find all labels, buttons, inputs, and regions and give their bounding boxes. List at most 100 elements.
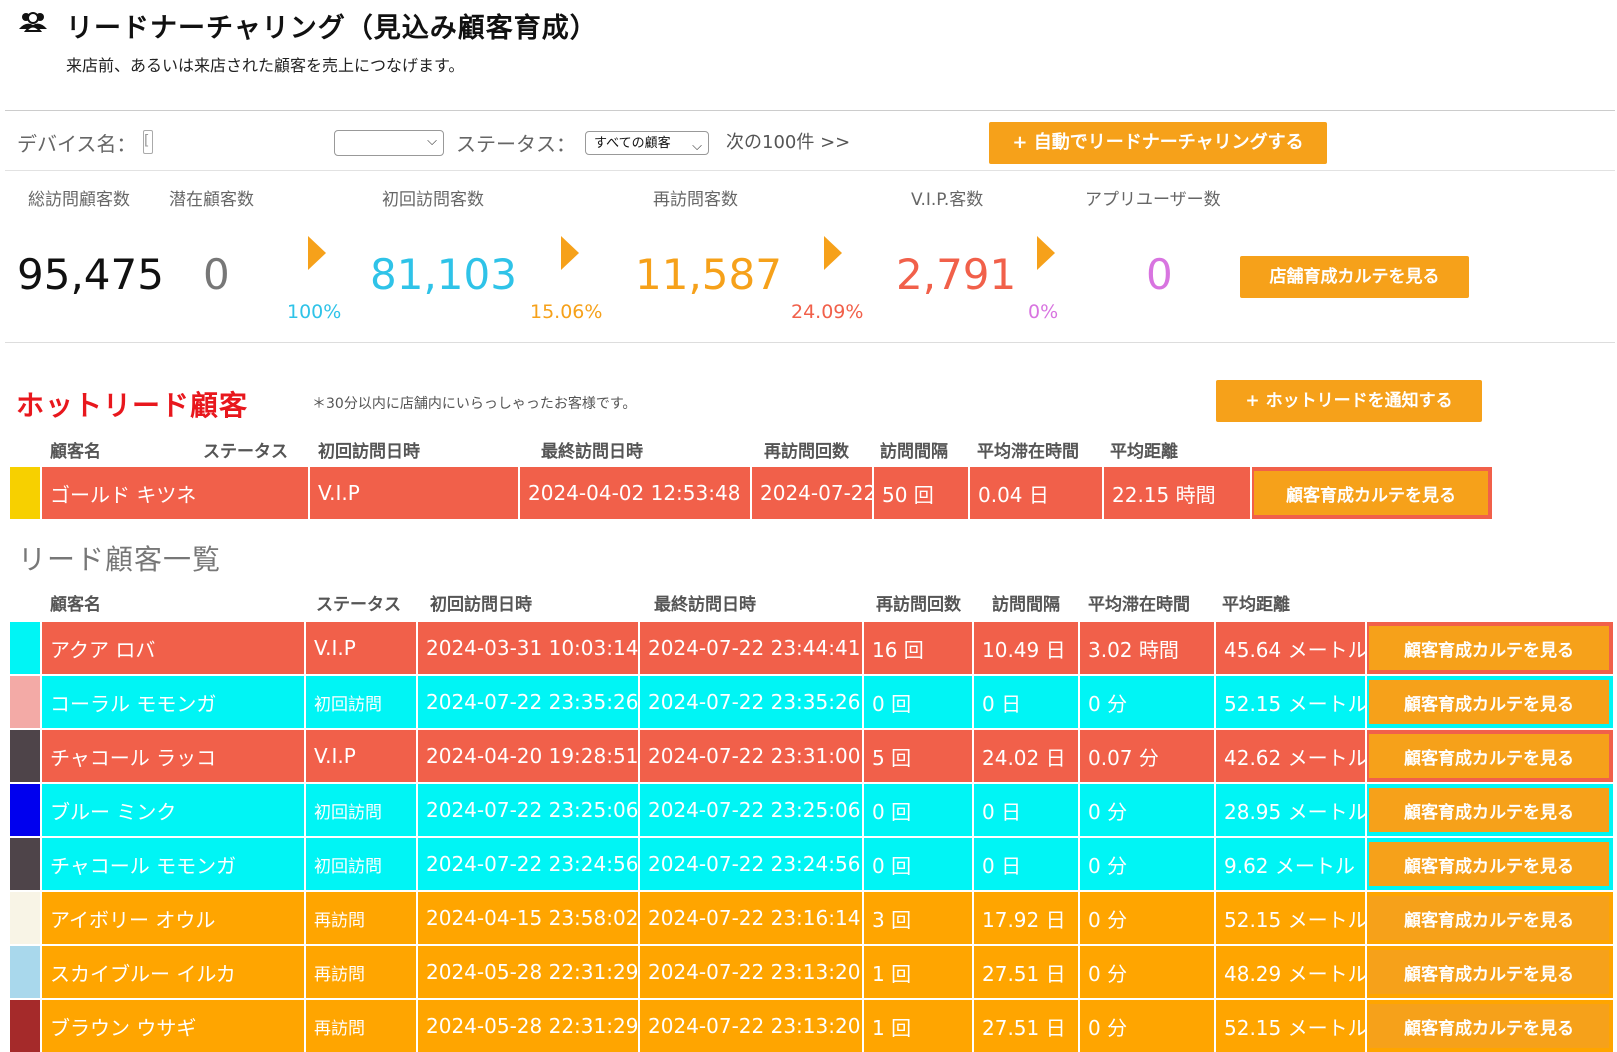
cell-customer-name: コーラル モモンガ bbox=[40, 676, 304, 728]
cell-customer-name: アクア ロバ bbox=[40, 622, 304, 674]
customer-karte-button[interactable]: 顧客育成カルテを見る bbox=[1369, 950, 1609, 994]
customer-karte-button[interactable]: 顧客育成カルテを見る bbox=[1369, 626, 1609, 670]
cell-first-visit: 2024-05-28 22:31:29 bbox=[416, 946, 638, 998]
cell-avg-stay: 0 分 bbox=[1078, 838, 1214, 890]
table-row[interactable]: チャコール モモンガ 初回訪問 2024-07-22 23:24:56 2024-07… bbox=[10, 838, 1613, 890]
cell-avg-stay: 3.02 時間 bbox=[1078, 622, 1214, 674]
column-header: 平均滞在時間 bbox=[1088, 595, 1190, 615]
table-row[interactable]: アクア ロバ V.I.P 2024-03-31 10:03:14 2024-07-22… bbox=[10, 622, 1613, 674]
customer-karte-button[interactable]: 顧客育成カルテを見る bbox=[1369, 896, 1609, 940]
table-row[interactable]: アイボリー オウル 再訪問 2024-04-15 23:58:02 2024-07-2… bbox=[10, 892, 1613, 944]
cell-customer-name: アイボリー オウル bbox=[40, 892, 304, 944]
cell-visit-interval: 24.02 日 bbox=[972, 730, 1078, 782]
device-input[interactable]: [ bbox=[143, 130, 153, 154]
status-label: ステータス： bbox=[456, 132, 576, 156]
page-subtitle: 来店前、あるいは来店された顧客を売上につなげます。 bbox=[66, 56, 465, 75]
cell-customer-name: チャコール モモンガ bbox=[40, 838, 304, 890]
stat-label-vip: V.I.P.客数 bbox=[911, 190, 984, 210]
pct-vip: 24.09% bbox=[791, 301, 864, 323]
cell-revisit-count: 3 回 bbox=[862, 892, 972, 944]
customer-karte-button[interactable]: 顧客育成カルテを見る bbox=[1369, 842, 1609, 886]
column-header: 訪問間隔 bbox=[880, 442, 948, 462]
cell-revisit-count: 16 回 bbox=[862, 622, 972, 674]
next-page-link[interactable]: 次の100件 >> bbox=[726, 128, 850, 154]
cell-last-visit: 2024-07-22 23:13:20 bbox=[638, 1000, 862, 1052]
table-row[interactable]: ゴールド キツネ V.I.P 2024-04-02 12:53:48 2024-07-… bbox=[10, 467, 1492, 519]
cell-first-visit: 2024-04-02 12:53:48 bbox=[518, 467, 750, 519]
cell-avg-stay: 0 分 bbox=[1078, 676, 1214, 728]
column-header: 顧客名 bbox=[50, 442, 101, 462]
page-title: リードナーチャリング（見込み顧客育成） bbox=[66, 13, 598, 44]
stat-label-potential: 潜在顧客数 bbox=[169, 190, 254, 210]
cell-last-visit: 2024-07-22 23:35:26 bbox=[638, 676, 862, 728]
cell-status: 再訪問 bbox=[304, 1000, 416, 1052]
color-swatch bbox=[10, 467, 40, 519]
cell-customer-name: ブルー ミンク bbox=[40, 784, 304, 836]
shop-karte-button[interactable]: 店舗育成カルテを見る bbox=[1240, 256, 1469, 298]
cell-status: 初回訪問 bbox=[304, 784, 416, 836]
column-header: 再訪問回数 bbox=[764, 442, 849, 462]
column-header: 平均距離 bbox=[1222, 595, 1290, 615]
column-header: 平均滞在時間 bbox=[977, 442, 1079, 462]
table-row[interactable]: スカイブルー イルカ 再訪問 2024-05-28 22:31:29 2024-07-… bbox=[10, 946, 1613, 998]
hot-lead-title: ホットリード顧客 bbox=[16, 389, 249, 422]
cell-first-visit: 2024-07-22 23:35:26 bbox=[416, 676, 638, 728]
device-select[interactable]: ⌵ bbox=[334, 130, 444, 156]
stat-label-app-users: アプリユーザー数 bbox=[1085, 190, 1221, 210]
device-label: デバイス名： bbox=[17, 132, 137, 156]
table-row[interactable]: コーラル モモンガ 初回訪問 2024-07-22 23:35:26 2024-07-… bbox=[10, 676, 1613, 728]
cell-first-visit: 2024-04-15 23:58:02 bbox=[416, 892, 638, 944]
cell-avg-stay: 22.15 時間 bbox=[1102, 467, 1250, 519]
cell-last-visit: 2024-07-22 23:25:06 bbox=[638, 784, 862, 836]
cell-revisit-count: 0 回 bbox=[862, 676, 972, 728]
status-select[interactable]: すべての顧客 ⌵ bbox=[585, 131, 709, 155]
stat-revisit: 11,587 bbox=[635, 250, 782, 299]
table-row[interactable]: チャコール ラッコ V.I.P 2024-04-20 19:28:51 2024-07… bbox=[10, 730, 1613, 782]
cell-last-visit: 2024-07-22 23:44:41 bbox=[638, 622, 862, 674]
column-header: 最終訪問日時 bbox=[654, 595, 756, 615]
divider bbox=[5, 110, 1615, 111]
cell-avg-stay: 0 分 bbox=[1078, 784, 1214, 836]
column-header: 初回訪問日時 bbox=[318, 442, 420, 462]
cell-first-visit: 2024-07-22 23:24:56 bbox=[416, 838, 638, 890]
notify-hot-lead-button[interactable]: + ホットリードを通知する bbox=[1216, 380, 1482, 422]
lead-list-title: リード顧客一覧 bbox=[18, 543, 222, 576]
cell-last-visit: 2024-07-22 23:24:56 bbox=[638, 838, 862, 890]
cell-avg-distance: 42.62 メートル bbox=[1214, 730, 1365, 782]
color-swatch bbox=[10, 676, 40, 728]
pct-revisit: 15.06% bbox=[530, 301, 603, 323]
stat-total: 95,475 bbox=[17, 250, 164, 299]
funnel-arrow-icon bbox=[1037, 236, 1055, 270]
cell-first-visit: 2024-05-28 22:31:29 bbox=[416, 1000, 638, 1052]
cell-status: 初回訪問 bbox=[304, 838, 416, 890]
chevron-down-icon: ⌵ bbox=[692, 139, 702, 154]
color-swatch bbox=[10, 1000, 40, 1052]
customer-karte-button[interactable]: 顧客育成カルテを見る bbox=[1369, 734, 1609, 778]
funnel-arrow-icon bbox=[308, 236, 326, 270]
column-header: ステータス bbox=[203, 442, 288, 462]
cell-visit-interval: 10.49 日 bbox=[972, 622, 1078, 674]
customer-karte-button[interactable]: 顧客育成カルテを見る bbox=[1254, 471, 1488, 515]
color-swatch bbox=[10, 892, 40, 944]
column-header: 初回訪問日時 bbox=[430, 595, 532, 615]
table-row[interactable]: ブルー ミンク 初回訪問 2024-07-22 23:25:06 2024-07-22… bbox=[10, 784, 1613, 836]
cell-avg-distance: 45.64 メートル bbox=[1214, 622, 1365, 674]
stat-app-users: 0 bbox=[1146, 250, 1173, 299]
auto-nurture-button[interactable]: + 自動でリードナーチャリングする bbox=[989, 122, 1327, 164]
cell-visit-interval: 17.92 日 bbox=[972, 892, 1078, 944]
customer-karte-button[interactable]: 顧客育成カルテを見る bbox=[1369, 1004, 1609, 1048]
chevron-down-icon: ⌵ bbox=[427, 134, 437, 149]
pct-app-users: 0% bbox=[1028, 301, 1059, 323]
hot-lead-note: ＊30分以内に店舗内にいらっしゃったお客様です。 bbox=[312, 396, 637, 412]
stat-label-first-visit: 初回訪問客数 bbox=[382, 190, 484, 210]
stat-label-revisit: 再訪問客数 bbox=[653, 190, 738, 210]
customer-karte-button[interactable]: 顧客育成カルテを見る bbox=[1369, 788, 1609, 832]
cell-avg-distance: 52.15 メートル bbox=[1214, 676, 1365, 728]
divider bbox=[5, 342, 1615, 343]
stat-potential: 0 bbox=[203, 250, 230, 299]
cell-avg-distance: 9.62 メートル bbox=[1214, 838, 1365, 890]
cell-avg-distance: 52.15 メートル bbox=[1214, 892, 1365, 944]
table-row[interactable]: ブラウン ウサギ 再訪問 2024-05-28 22:31:29 2024-07-22… bbox=[10, 1000, 1613, 1052]
customer-karte-button[interactable]: 顧客育成カルテを見る bbox=[1369, 680, 1609, 724]
cell-visit-interval: 0 日 bbox=[972, 838, 1078, 890]
